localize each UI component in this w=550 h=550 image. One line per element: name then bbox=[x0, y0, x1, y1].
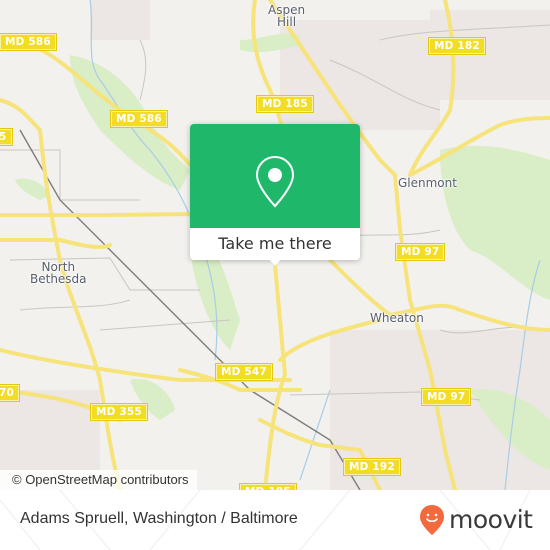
popup-header bbox=[190, 124, 360, 228]
moovit-smile-pin-icon bbox=[420, 505, 444, 535]
footer-bar: Adams Spruell, Washington / Baltimore mo… bbox=[0, 490, 550, 550]
map-card: Aspen Hill Glenmont North Bethesda Wheat… bbox=[0, 0, 550, 550]
moovit-logo[interactable]: moovit bbox=[419, 504, 533, 536]
place-label-line: Wheaton bbox=[370, 311, 424, 325]
place-label-wheaton: Wheaton bbox=[370, 312, 424, 324]
route-shield: MD 97 bbox=[420, 388, 472, 406]
route-shield: 70 bbox=[0, 384, 21, 402]
route-shield: MD 586 bbox=[0, 33, 57, 51]
route-shield: MD 97 bbox=[394, 243, 446, 261]
route-shield: MD 182 bbox=[428, 37, 486, 55]
location-title: Adams Spruell, Washington / Baltimore bbox=[20, 510, 298, 527]
place-label-glenmont: Glenmont bbox=[398, 177, 457, 189]
take-me-there-button[interactable]: Take me there bbox=[190, 228, 360, 260]
map-view[interactable]: Aspen Hill Glenmont North Bethesda Wheat… bbox=[0, 0, 550, 490]
map-pin-icon bbox=[255, 155, 295, 208]
route-shield: MD 355 bbox=[90, 403, 148, 421]
route-shield: MD 185 bbox=[256, 95, 314, 113]
place-label-line: Bethesda bbox=[30, 272, 87, 286]
place-label-line: Hill bbox=[277, 15, 297, 29]
place-label-aspen-hill: Aspen Hill bbox=[268, 4, 305, 28]
place-label-north-bethesda: North Bethesda bbox=[30, 261, 87, 285]
route-shield: 5 bbox=[0, 128, 13, 146]
route-shield: MD 586 bbox=[110, 110, 168, 128]
route-shield: MD 192 bbox=[343, 458, 401, 476]
brand-name: moovit bbox=[449, 505, 533, 534]
route-shield: MD 547 bbox=[215, 363, 273, 381]
take-me-there-popup[interactable]: Take me there bbox=[190, 124, 360, 266]
popup-pointer bbox=[268, 258, 282, 266]
place-label-line: Glenmont bbox=[398, 176, 457, 190]
map-attribution[interactable]: © OpenStreetMap contributors bbox=[0, 470, 197, 490]
